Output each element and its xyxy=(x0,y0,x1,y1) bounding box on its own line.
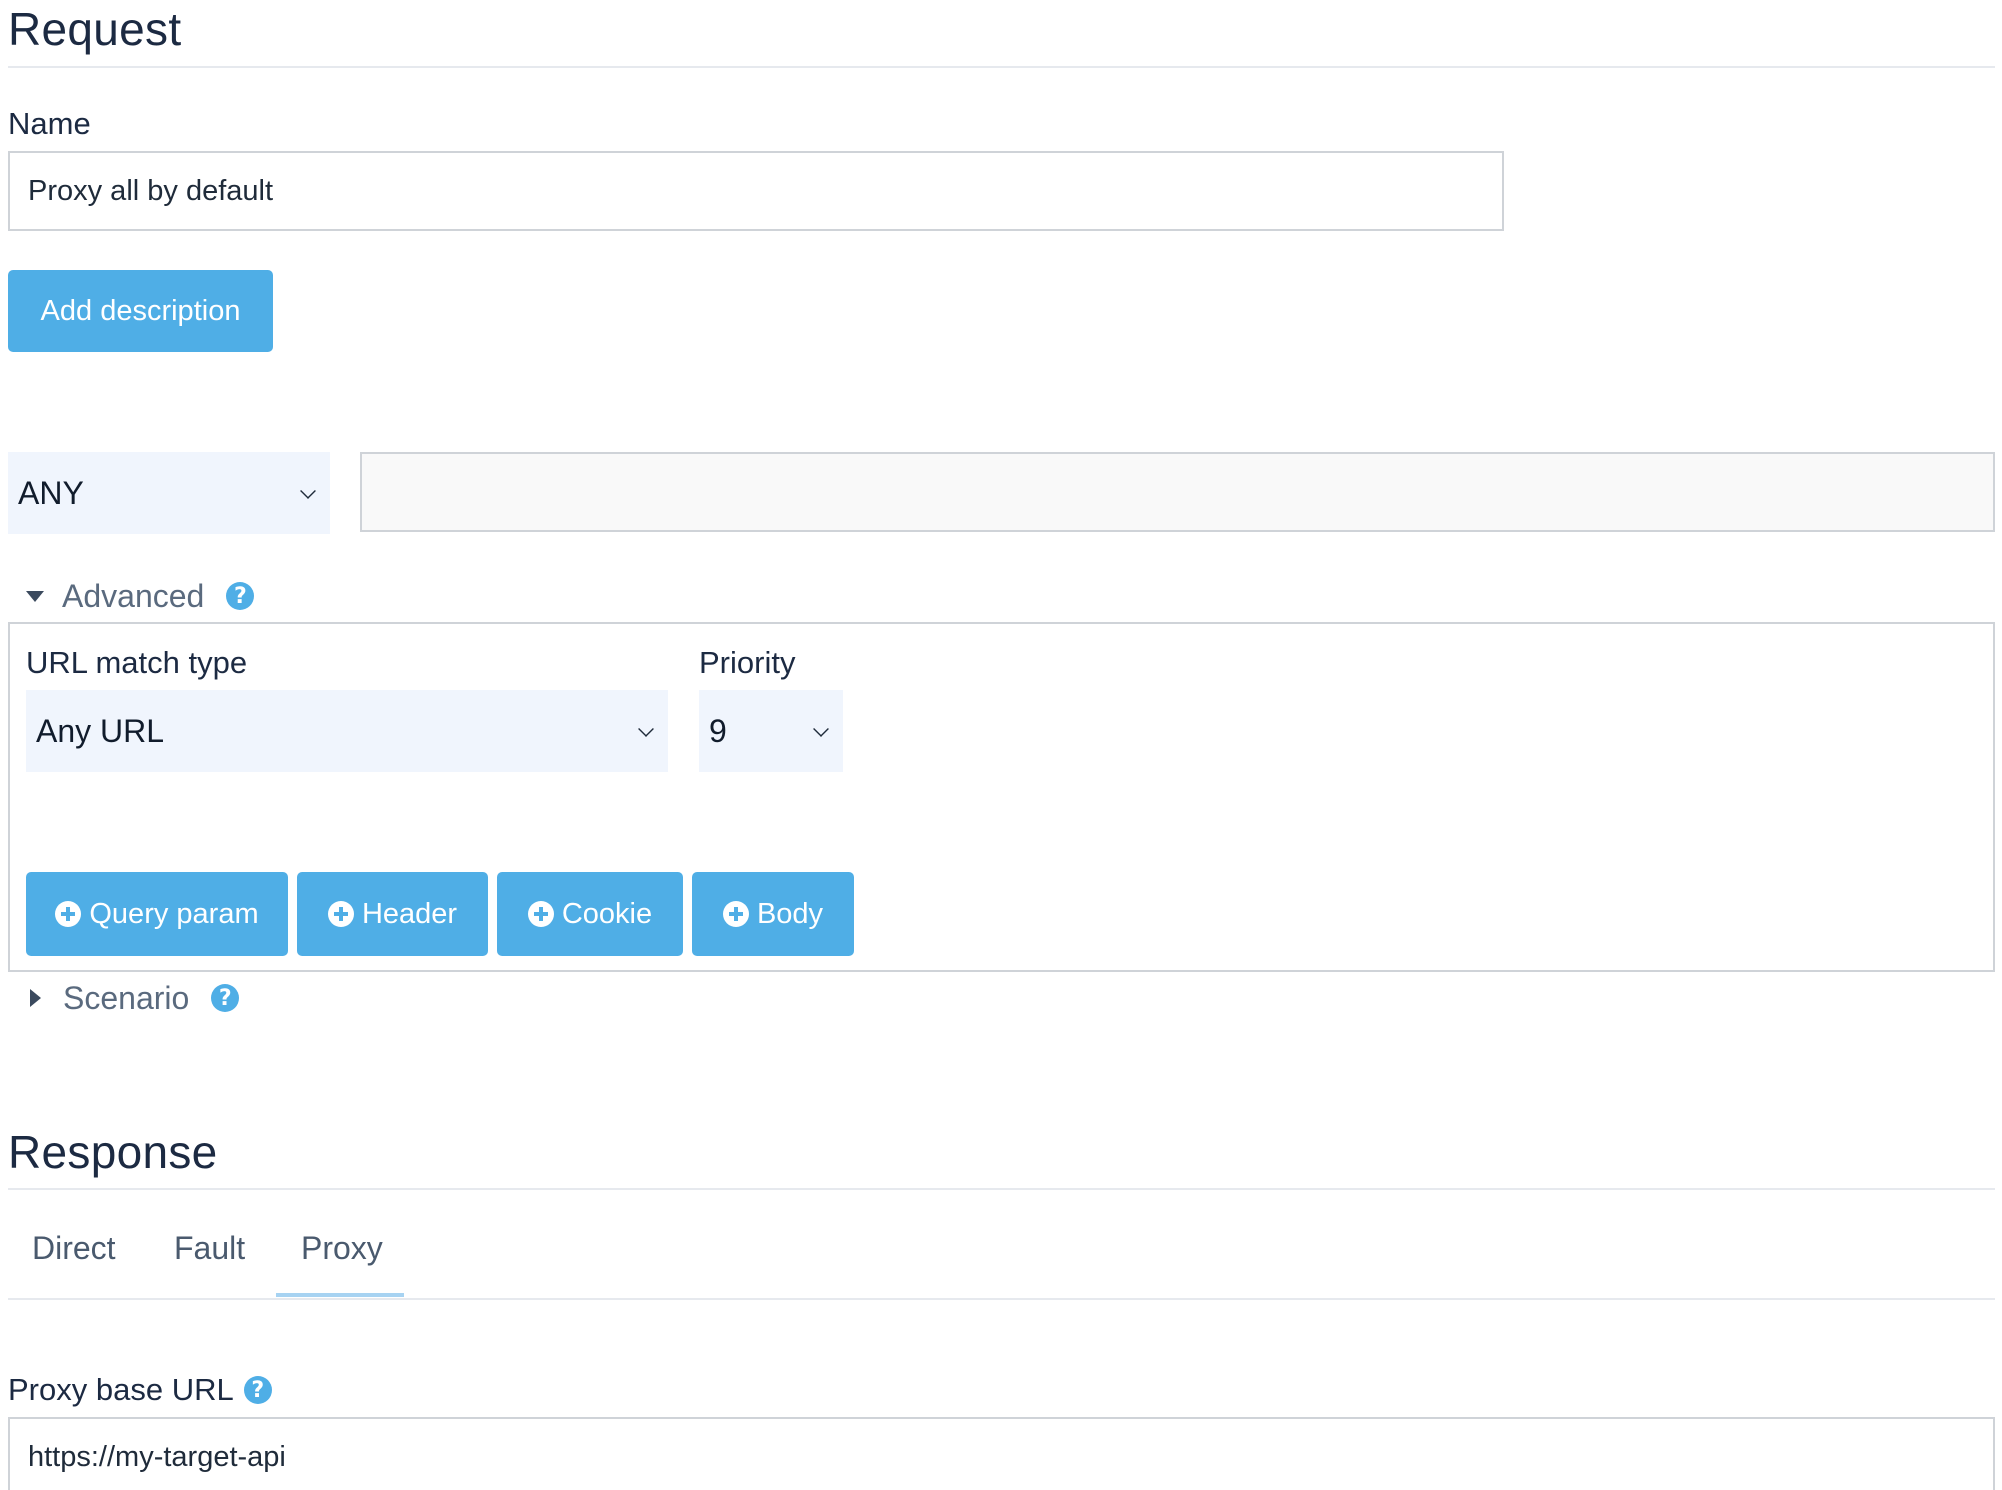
help-icon[interactable]: ? xyxy=(211,984,240,1012)
http-method-value: ANY xyxy=(18,474,84,511)
priority-label: Priority xyxy=(699,645,796,680)
add-header-button[interactable]: Header xyxy=(297,872,488,956)
tab-proxy[interactable]: Proxy xyxy=(301,1230,383,1267)
request-heading: Request xyxy=(8,3,182,55)
scenario-label: Scenario xyxy=(63,979,190,1016)
url-match-type-label: URL match type xyxy=(26,645,248,680)
response-divider xyxy=(8,1188,1995,1190)
add-description-button[interactable]: Add description xyxy=(8,270,273,352)
advanced-label: Advanced xyxy=(62,577,205,614)
url-match-type-select[interactable]: Any URL xyxy=(26,690,668,772)
chevron-down-icon xyxy=(300,483,316,499)
triangle-right-icon xyxy=(30,989,41,1007)
url-match-type-value: Any URL xyxy=(36,712,165,749)
cookie-label: Cookie xyxy=(561,897,653,930)
chevron-down-icon xyxy=(638,721,654,737)
scenario-toggle[interactable]: Scenario ? xyxy=(26,978,240,1018)
add-body-button[interactable]: Body xyxy=(692,872,854,956)
plus-circle-icon xyxy=(527,901,554,927)
http-method-select[interactable]: ANY xyxy=(8,452,330,534)
add-cookie-button[interactable]: Cookie xyxy=(497,872,683,956)
url-input[interactable] xyxy=(360,452,1995,532)
plus-circle-icon xyxy=(55,901,82,927)
plus-circle-icon xyxy=(722,901,749,927)
add-query-param-button[interactable]: Query param xyxy=(26,872,288,956)
tab-active-indicator xyxy=(276,1293,404,1297)
tab-fault[interactable]: Fault xyxy=(174,1230,245,1267)
tabs-divider xyxy=(8,1298,1995,1300)
priority-select[interactable]: 9 xyxy=(699,690,843,772)
query-param-label: Query param xyxy=(89,897,259,930)
tab-direct[interactable]: Direct xyxy=(32,1230,116,1267)
priority-value: 9 xyxy=(709,712,727,749)
proxy-base-url-label: Proxy base URL xyxy=(8,1372,234,1407)
plus-circle-icon xyxy=(327,901,354,927)
request-divider xyxy=(8,66,1995,68)
proxy-base-url-input[interactable] xyxy=(8,1417,1995,1490)
triangle-down-icon xyxy=(26,590,44,602)
help-icon[interactable]: ? xyxy=(226,582,255,610)
chevron-down-icon xyxy=(813,721,829,737)
proxy-base-url-label-row: Proxy base URL ? xyxy=(8,1372,272,1408)
response-heading: Response xyxy=(8,1126,218,1178)
help-icon[interactable]: ? xyxy=(243,1376,272,1404)
name-label: Name xyxy=(8,106,91,141)
header-label: Header xyxy=(361,897,458,930)
body-label: Body xyxy=(756,897,824,930)
advanced-toggle[interactable]: Advanced ? xyxy=(26,576,255,616)
name-input[interactable] xyxy=(8,151,1504,231)
